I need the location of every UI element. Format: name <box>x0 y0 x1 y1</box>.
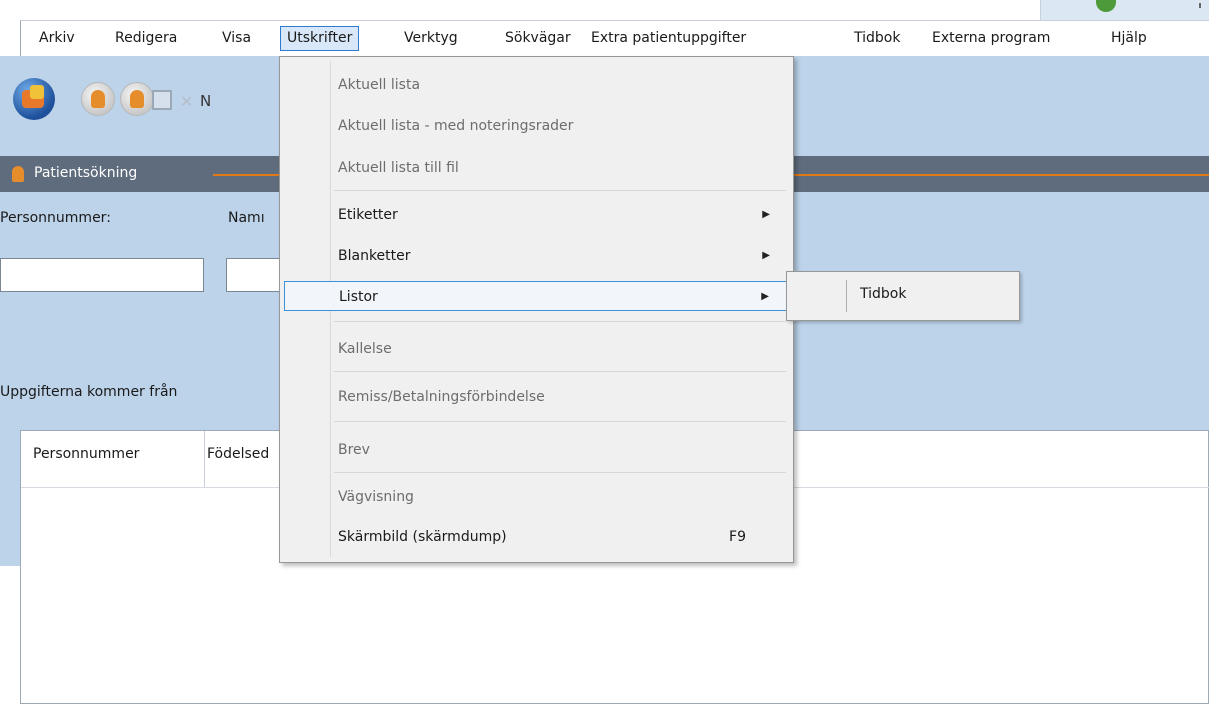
menu-separator <box>334 421 786 422</box>
menu-extra-patientuppgifter[interactable]: Extra patientuppgifter <box>585 26 752 51</box>
menu-verktyg[interactable]: Verktyg <box>398 26 464 51</box>
namn-input[interactable] <box>226 258 286 292</box>
namn-label: Namı <box>228 210 265 226</box>
menu-item-etiketter[interactable]: Etiketter ▶ <box>284 200 788 230</box>
menu-sokvagar[interactable]: Sökvägar <box>499 26 577 51</box>
menu-item-blanketter[interactable]: Blanketter ▶ <box>284 241 788 271</box>
patient-search-icon[interactable] <box>81 82 115 116</box>
menu-item-aktuell-lista-noteringsrader[interactable]: Aktuell lista - med noteringsrader <box>284 111 788 141</box>
patient-search-icon <box>12 166 24 182</box>
personnummer-input[interactable] <box>0 258 204 292</box>
panel-title: Patientsökning <box>34 165 138 181</box>
menu-separator <box>334 371 786 372</box>
menu-item-brev[interactable]: Brev <box>284 435 788 465</box>
submenu-arrow-icon: ▶ <box>762 209 770 220</box>
column-fodelsedatum[interactable]: Födelsed <box>207 446 269 462</box>
source-info-text: Uppgifterna kommer från <box>0 384 178 400</box>
menu-item-skarmbild[interactable]: Skärmbild (skärmdump) F9 <box>284 522 788 552</box>
menu-item-listor[interactable]: Listor ▶ <box>284 281 788 311</box>
menu-item-aktuell-lista[interactable]: Aktuell lista <box>284 70 788 100</box>
utskrifter-dropdown: Aktuell lista Aktuell lista - med noteri… <box>279 56 794 563</box>
tray-mark <box>1199 3 1201 8</box>
menu-externa-program[interactable]: Externa program <box>926 26 1056 51</box>
menu-item-vagvisning[interactable]: Vägvisning <box>284 482 788 512</box>
submenu-item-tidbok[interactable]: Tidbok <box>860 286 906 302</box>
menu-visa[interactable]: Visa <box>216 26 257 51</box>
menu-tidbok[interactable]: Tidbok <box>848 26 906 51</box>
save-icon[interactable] <box>152 90 172 110</box>
shortcut-label: F9 <box>729 529 746 545</box>
menu-item-aktuell-lista-fil[interactable]: Aktuell lista till fil <box>284 153 788 183</box>
submenu-arrow-icon: ▶ <box>761 291 769 302</box>
delete-icon[interactable]: ✕ <box>180 92 193 111</box>
menu-utskrifter[interactable]: Utskrifter <box>280 26 360 51</box>
menu-arkiv[interactable]: Arkiv <box>33 26 81 51</box>
menu-bar: Arkiv Redigera Visa Utskrifter Verktyg S… <box>20 20 1209 56</box>
puzzle-app-icon[interactable] <box>13 78 55 120</box>
menu-item-remiss[interactable]: Remiss/Betalningsförbindelse <box>284 382 788 412</box>
patient-icon[interactable] <box>120 82 154 116</box>
menu-separator <box>334 190 786 191</box>
submenu-arrow-icon: ▶ <box>762 250 770 261</box>
menu-separator <box>334 472 786 473</box>
menu-hjalp[interactable]: Hjälp <box>1105 26 1153 51</box>
column-personnummer[interactable]: Personnummer <box>33 446 139 462</box>
menu-separator <box>334 321 786 322</box>
listor-submenu: Tidbok <box>786 271 1020 321</box>
personnummer-label: Personnummer: <box>0 210 111 226</box>
menu-redigera[interactable]: Redigera <box>109 26 183 51</box>
menu-item-kallelse[interactable]: Kallelse <box>284 334 788 364</box>
window-top-strip <box>0 0 1209 20</box>
tray-tab <box>1040 0 1209 20</box>
toolbar-label: N <box>200 92 212 110</box>
